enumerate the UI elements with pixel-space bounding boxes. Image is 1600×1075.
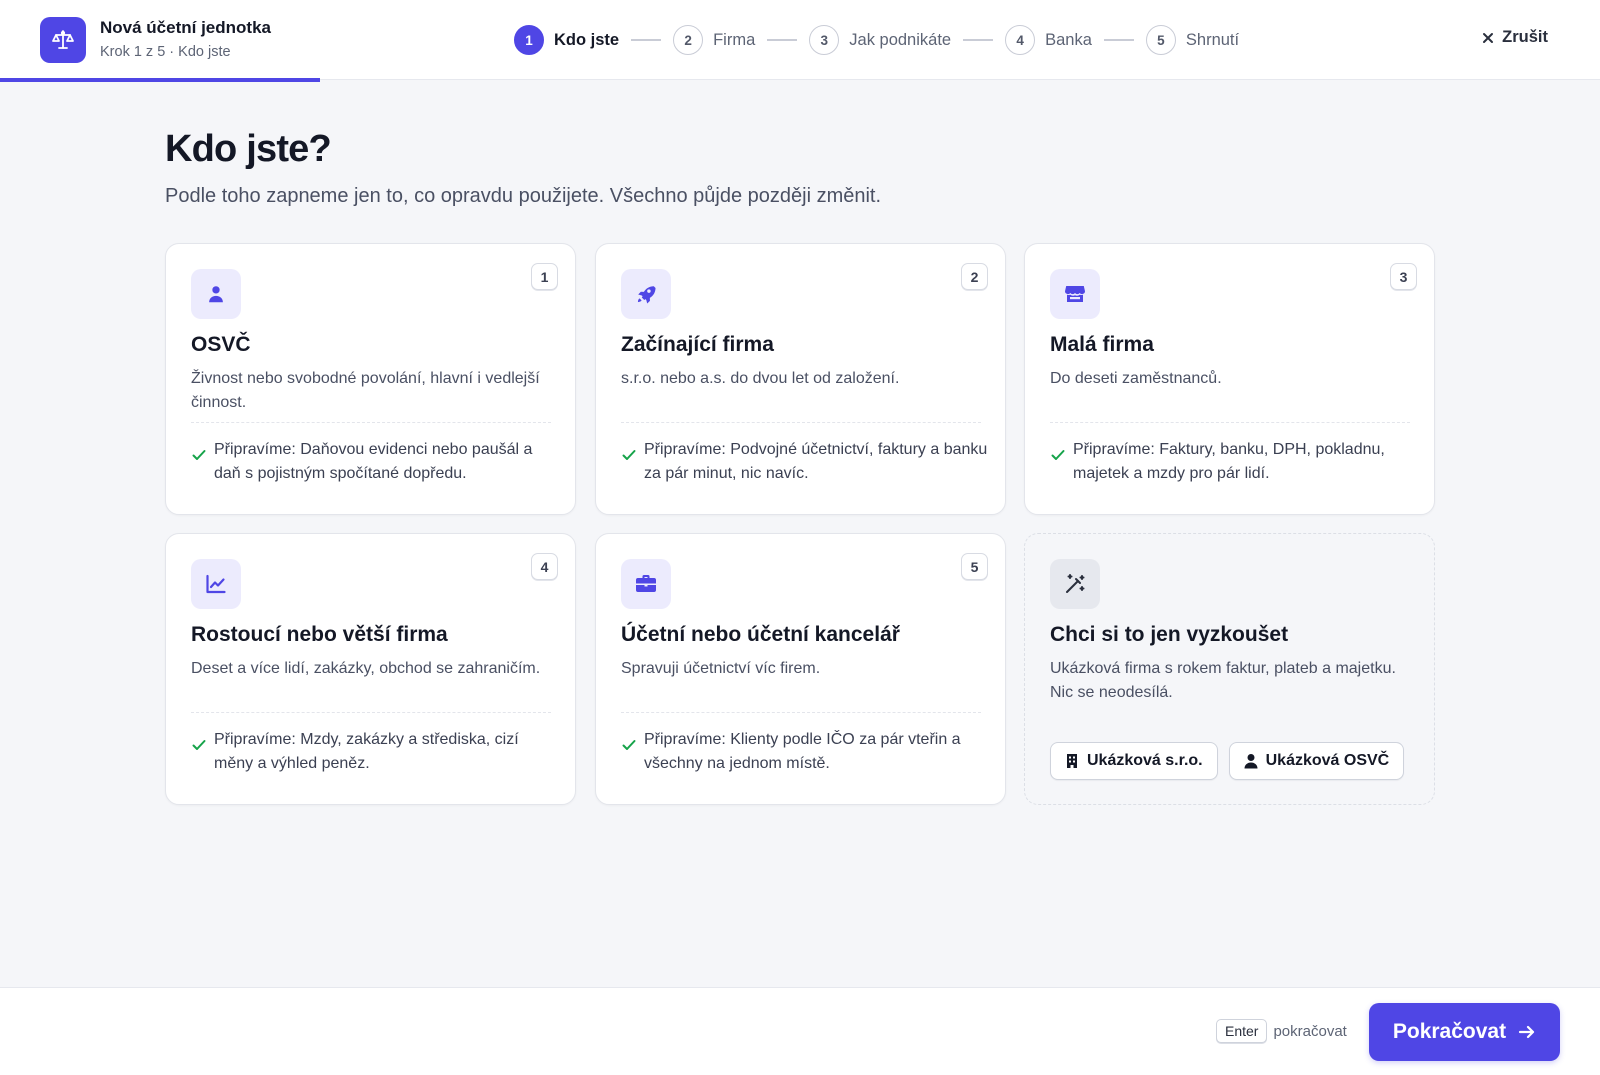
step-4[interactable]: 4 Banka xyxy=(1005,25,1092,55)
chart-line-icon xyxy=(204,572,228,596)
card-title: Účetní nebo účetní kancelář xyxy=(621,623,900,646)
stepper: 1 Kdo jste 2 Firma 3 Jak podnikáte 4 Banka 5 Shrn… xyxy=(514,25,1239,55)
rocket-icon xyxy=(635,283,657,305)
wizard-footer: Enter pokračovat Pokračovat xyxy=(0,987,1600,1075)
demo-option-card: Chci si to jen vyzkoušet Ukázková firma … xyxy=(1024,533,1435,805)
user-icon xyxy=(205,283,227,305)
shortcut-key-badge: 4 xyxy=(531,553,558,580)
demo-card-title: Chci si to jen vyzkoušet xyxy=(1050,623,1289,646)
card-description: s.r.o. nebo a.s. do dvou let od založení… xyxy=(621,370,900,387)
option-card-1[interactable]: 1 OSVČ Živnost nebo svobodné povolání, hla… xyxy=(165,243,576,515)
app-logo xyxy=(40,17,86,63)
store-icon xyxy=(1063,282,1087,306)
step-5[interactable]: 5 Shrnutí xyxy=(1145,25,1240,55)
step-connector xyxy=(631,39,662,41)
card-benefit: Připravíme: Faktury, banku, DPH, pokladn… xyxy=(1073,441,1385,482)
demo-sro-label: Ukázková s.r.o. xyxy=(1087,752,1203,769)
step-connector xyxy=(963,39,994,41)
card-icon-box xyxy=(191,559,241,609)
cancel-label: Zrušit xyxy=(1502,28,1548,46)
card-description: Do deseti zaměstnanců. xyxy=(1050,370,1222,387)
step-number: 1 xyxy=(514,25,544,55)
check-icon xyxy=(622,450,636,460)
keyboard-hint: Enter pokračovat xyxy=(1216,1019,1347,1043)
enter-key: Enter xyxy=(1216,1019,1268,1043)
step-2[interactable]: 2 Firma xyxy=(673,25,755,55)
step-connector xyxy=(767,39,798,41)
check-icon xyxy=(192,740,206,750)
step-label: Kdo jste xyxy=(554,30,620,49)
card-divider xyxy=(191,422,551,423)
step-label: Jak podnikáte xyxy=(849,30,952,49)
page-subtitle: Podle toho zapneme jen to, co opravdu po… xyxy=(165,185,882,207)
close-icon xyxy=(1483,32,1494,43)
card-icon-box xyxy=(621,269,671,319)
step-label: Shrnutí xyxy=(1185,30,1240,49)
card-title: OSVČ xyxy=(191,333,251,356)
user-icon xyxy=(1244,754,1258,769)
step-1[interactable]: 1 Kdo jste xyxy=(514,25,619,55)
step-3[interactable]: 3 Jak podnikáte xyxy=(809,25,951,55)
app-title: Nová účetní jednotka xyxy=(100,18,271,37)
card-benefit: Připravíme: Podvojné účetnictví, faktury… xyxy=(644,441,988,482)
card-title: Malá firma xyxy=(1050,333,1154,356)
step-number: 3 xyxy=(809,25,840,55)
step-connector xyxy=(1103,39,1134,41)
card-description: Živnost nebo svobodné povolání, hlavní i… xyxy=(191,370,540,411)
continue-button[interactable]: Pokračovat xyxy=(1369,1003,1560,1061)
shortcut-key-badge: 1 xyxy=(531,263,558,290)
demo-osvc-button[interactable]: Ukázková OSVČ xyxy=(1228,742,1405,780)
step-number: 5 xyxy=(1145,25,1176,55)
cancel-button[interactable]: Zrušit xyxy=(1482,28,1548,47)
card-icon-box xyxy=(1050,269,1100,319)
check-icon xyxy=(1051,450,1065,460)
check-icon xyxy=(622,740,636,750)
arrow-right-icon xyxy=(1519,1025,1535,1039)
demo-osvc-label: Ukázková OSVČ xyxy=(1265,752,1390,769)
option-card-4[interactable]: 4 Rostoucí nebo větší firma Deset a více l… xyxy=(165,533,576,805)
step-label: Firma xyxy=(713,30,756,49)
magic-wand-icon xyxy=(1066,574,1085,593)
card-title: Začínající firma xyxy=(621,333,774,356)
demo-card-description: Ukázková firma s rokem faktur, plateb a … xyxy=(1050,660,1396,701)
keyboard-hint-text: pokračovat xyxy=(1273,1022,1347,1040)
scale-icon xyxy=(52,30,74,49)
shortcut-key-badge: 3 xyxy=(1390,263,1417,290)
demo-buttons: Ukázková s.r.o. Ukázková OSVČ xyxy=(1050,742,1405,780)
wizard-header: Nová účetní jednotka Krok 1 z 5 · Kdo js… xyxy=(0,0,1600,82)
card-benefit: Připravíme: Daňovou evidenci nebo paušál… xyxy=(214,441,533,482)
demo-icon-box xyxy=(1050,559,1100,609)
option-card-5[interactable]: 5 Účetní nebo účetní kancelář Spravuji úče… xyxy=(595,533,1006,805)
demo-sro-button[interactable]: Ukázková s.r.o. xyxy=(1050,742,1218,780)
step-label: Banka xyxy=(1045,30,1092,49)
card-benefit: Připravíme: Klienty podle IČO za pár vte… xyxy=(644,731,961,772)
card-divider xyxy=(1050,422,1410,423)
option-card-2[interactable]: 2 Začínající firma s.r.o. nebo a.s. do dvo… xyxy=(595,243,1006,515)
card-divider xyxy=(621,422,981,423)
card-icon-box xyxy=(621,559,671,609)
check-icon xyxy=(192,450,206,460)
card-benefit: Připravíme: Mzdy, zakázky a střediska, c… xyxy=(214,731,519,772)
page-title: Kdo jste? xyxy=(165,128,332,170)
card-title: Rostoucí nebo větší firma xyxy=(191,623,448,646)
briefcase-icon xyxy=(634,572,658,596)
step-number: 2 xyxy=(673,25,704,55)
shortcut-key-badge: 5 xyxy=(961,553,988,580)
progress-bar-fill xyxy=(0,78,320,82)
card-description: Spravuji účetnictví víc firem. xyxy=(621,660,821,677)
building-icon xyxy=(1067,754,1077,768)
option-card-3[interactable]: 3 Malá firma Do deseti zaměstnanců. Připrav… xyxy=(1024,243,1435,515)
card-divider xyxy=(621,712,981,713)
step-indicator: Krok 1 z 5 · Kdo jste xyxy=(100,44,231,60)
continue-label: Pokračovat xyxy=(1392,1020,1507,1043)
card-description: Deset a více lidí, zakázky, obchod se za… xyxy=(191,660,541,677)
progress-bar xyxy=(0,78,1600,82)
shortcut-key-badge: 2 xyxy=(961,263,988,290)
step-number: 4 xyxy=(1005,25,1036,55)
card-divider xyxy=(191,712,551,713)
card-icon-box xyxy=(191,269,241,319)
